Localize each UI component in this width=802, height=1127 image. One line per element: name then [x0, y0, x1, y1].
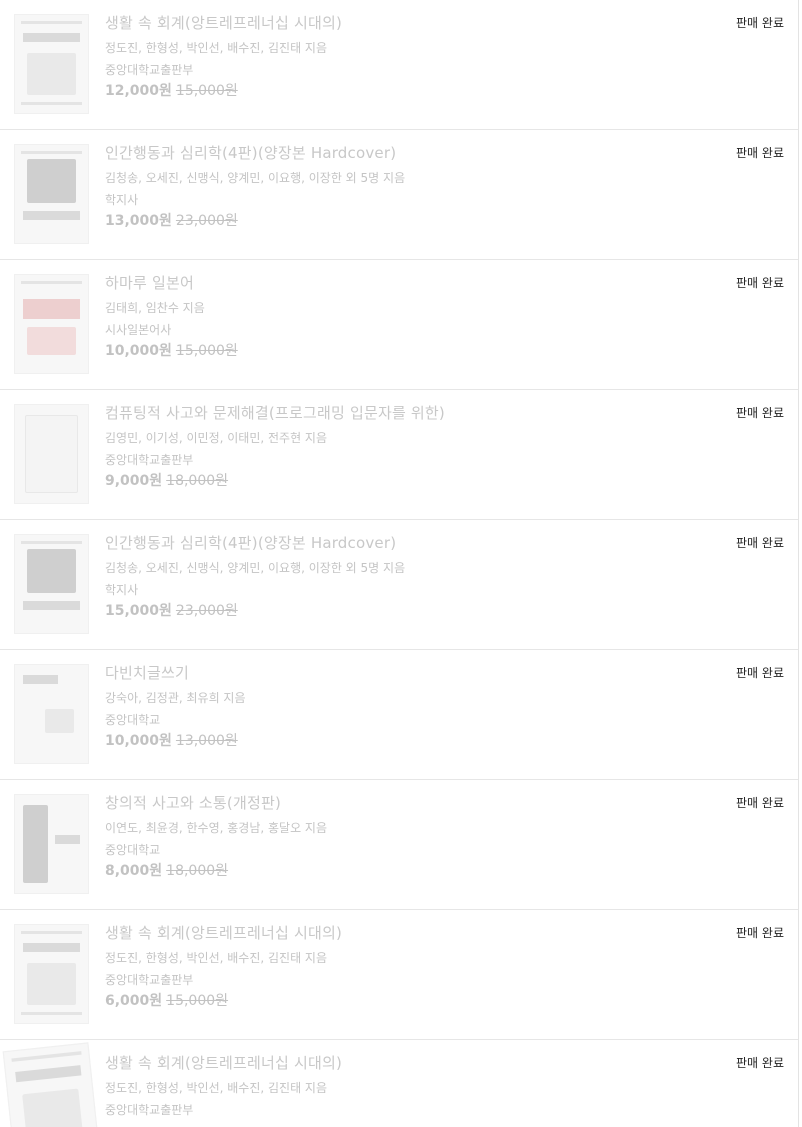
- price-line: 12,000원 15,000원: [105, 80, 238, 100]
- original-price: 15,000원: [175, 343, 238, 359]
- book-title: 인간행동과 심리학(4판)(양장본 Hardcover): [105, 144, 397, 162]
- book-publisher: 중앙대학교출판부: [105, 1103, 194, 1117]
- sold-book-list: 생활 속 회계(앙트레프레너십 시대의) 정도진, 한형성, 박인선, 배수진,…: [0, 0, 799, 1127]
- book-title: 생활 속 회계(앙트레프레너십 시대의): [105, 1054, 343, 1072]
- sale-price: 12,000원: [105, 83, 172, 99]
- book-cover-icon: [2, 1042, 101, 1127]
- status-badge: 판매 완료: [736, 796, 784, 810]
- price-line: 9,000원 18,000원: [105, 470, 228, 490]
- price-line: 6,000원 15,000원: [105, 990, 228, 1010]
- book-authors: 강숙아, 김정관, 최유희 지음: [105, 691, 246, 705]
- book-authors: 김청송, 오세진, 신맹식, 양계민, 이요행, 이장한 외 5명 지음: [105, 171, 406, 185]
- list-item[interactable]: 인간행동과 심리학(4판)(양장본 Hardcover) 김청송, 오세진, 신…: [0, 130, 798, 260]
- price-line: 13,000원 23,000원: [105, 210, 238, 230]
- price-line: 10,000원 13,000원: [105, 730, 238, 750]
- list-item[interactable]: 인간행동과 심리학(4판)(양장본 Hardcover) 김청송, 오세진, 신…: [0, 520, 798, 650]
- list-item[interactable]: 컴퓨팅적 사고와 문제해결(프로그래밍 입문자를 위한) 김영민, 이기성, 이…: [0, 390, 798, 520]
- list-item[interactable]: 생활 속 회계(앙트레프레너십 시대의) 정도진, 한형성, 박인선, 배수진,…: [0, 0, 798, 130]
- book-authors: 정도진, 한형성, 박인선, 배수진, 김진태 지음: [105, 951, 328, 965]
- book-title: 컴퓨팅적 사고와 문제해결(프로그래밍 입문자를 위한): [105, 404, 445, 422]
- status-badge: 판매 완료: [736, 276, 784, 290]
- book-authors: 김태희, 임찬수 지음: [105, 301, 205, 315]
- book-authors: 정도진, 한형성, 박인선, 배수진, 김진태 지음: [105, 1081, 328, 1095]
- book-authors: 김청송, 오세진, 신맹식, 양계민, 이요행, 이장한 외 5명 지음: [105, 561, 406, 575]
- sale-price: 6,000원: [105, 993, 163, 1009]
- price-line: 8,000원 18,000원: [105, 860, 228, 880]
- book-publisher: 중앙대학교: [105, 713, 161, 727]
- list-item[interactable]: 생활 속 회계(앙트레프레너십 시대의) 정도진, 한형성, 박인선, 배수진,…: [0, 910, 798, 1040]
- book-title: 창의적 사고와 소통(개정판): [105, 794, 282, 812]
- sale-price: 15,000원: [105, 603, 172, 619]
- sale-price: 8,000원: [105, 863, 163, 879]
- status-badge: 판매 완료: [736, 666, 784, 680]
- sale-price: 13,000원: [105, 213, 172, 229]
- book-cover-icon: [14, 404, 89, 504]
- book-publisher: 중앙대학교출판부: [105, 453, 194, 467]
- book-title: 생활 속 회계(앙트레프레너십 시대의): [105, 924, 343, 942]
- original-price: 18,000원: [166, 863, 229, 879]
- price-line: 15,000원 23,000원: [105, 600, 238, 620]
- book-publisher: 중앙대학교출판부: [105, 63, 194, 77]
- book-cover-icon: [14, 144, 89, 244]
- price-line: 10,000원 15,000원: [105, 340, 238, 360]
- book-title: 인간행동과 심리학(4판)(양장본 Hardcover): [105, 534, 397, 552]
- sale-price: 10,000원: [105, 733, 172, 749]
- status-badge: 판매 완료: [736, 16, 784, 30]
- status-badge: 판매 완료: [736, 1056, 784, 1070]
- original-price: 23,000원: [175, 603, 238, 619]
- book-cover-icon: [14, 534, 89, 634]
- list-item[interactable]: 생활 속 회계(앙트레프레너십 시대의) 정도진, 한형성, 박인선, 배수진,…: [0, 1040, 798, 1127]
- book-authors: 이연도, 최윤경, 한수영, 홍경남, 홍달오 지음: [105, 821, 328, 835]
- book-title: 다빈치글쓰기: [105, 664, 190, 682]
- status-badge: 판매 완료: [736, 406, 784, 420]
- list-item[interactable]: 창의적 사고와 소통(개정판) 이연도, 최윤경, 한수영, 홍경남, 홍달오 …: [0, 780, 798, 910]
- book-authors: 김영민, 이기성, 이민정, 이태민, 전주현 지음: [105, 431, 328, 445]
- list-item[interactable]: 다빈치글쓰기 강숙아, 김정관, 최유희 지음 중앙대학교 10,000원 13,…: [0, 650, 798, 780]
- book-title: 하마루 일본어: [105, 274, 194, 292]
- sale-price: 9,000원: [105, 473, 163, 489]
- book-title: 생활 속 회계(앙트레프레너십 시대의): [105, 14, 343, 32]
- status-badge: 판매 완료: [736, 146, 784, 160]
- original-price: 18,000원: [166, 473, 229, 489]
- status-badge: 판매 완료: [736, 926, 784, 940]
- book-publisher: 학지사: [105, 583, 139, 597]
- book-publisher: 중앙대학교: [105, 843, 161, 857]
- book-cover-icon: [14, 794, 89, 894]
- status-badge: 판매 완료: [736, 536, 784, 550]
- book-publisher: 학지사: [105, 193, 139, 207]
- book-publisher: 시사일본어사: [105, 323, 172, 337]
- original-price: 15,000원: [175, 83, 238, 99]
- book-cover-icon: [14, 274, 89, 374]
- original-price: 15,000원: [166, 993, 229, 1009]
- book-cover-icon: [14, 924, 89, 1024]
- book-publisher: 중앙대학교출판부: [105, 973, 194, 987]
- original-price: 13,000원: [175, 733, 238, 749]
- book-cover-icon: [14, 664, 89, 764]
- list-item[interactable]: 하마루 일본어 김태희, 임찬수 지음 시사일본어사 10,000원 15,000…: [0, 260, 798, 390]
- original-price: 23,000원: [175, 213, 238, 229]
- sale-price: 10,000원: [105, 343, 172, 359]
- book-authors: 정도진, 한형성, 박인선, 배수진, 김진태 지음: [105, 41, 328, 55]
- book-cover-icon: [14, 14, 89, 114]
